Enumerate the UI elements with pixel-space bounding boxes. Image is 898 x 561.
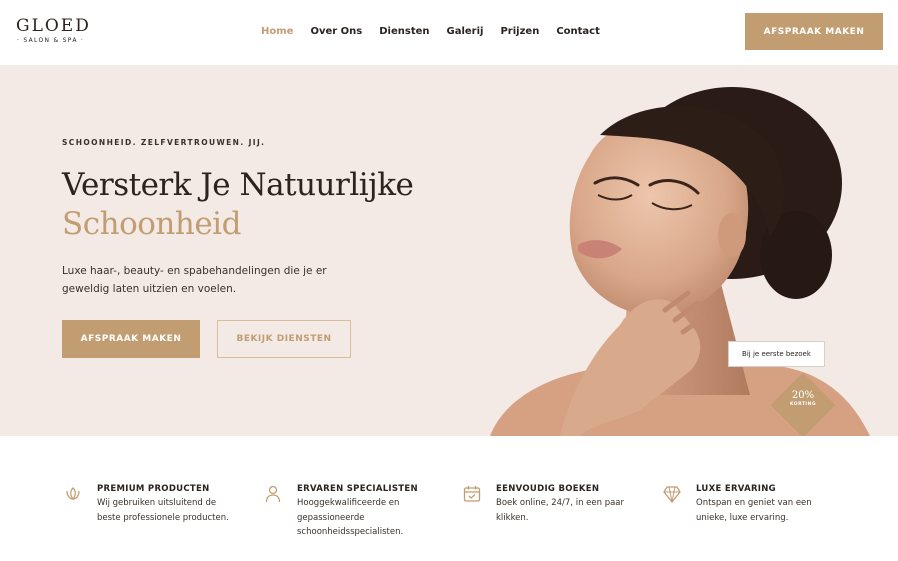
- features-section: PREMIUM PRODUCTEN Wij gebruiken uitsluit…: [0, 436, 898, 561]
- hero-title-line2: Schoonheid: [62, 206, 241, 242]
- hero-portrait-image: [490, 87, 870, 436]
- site-header: GLOED · SALON & SPA · Home Over Ons Dien…: [0, 0, 898, 65]
- main-nav: Home Over Ons Diensten Galerij Prijzen C…: [261, 25, 617, 39]
- feature-title: PREMIUM PRODUCTEN: [97, 484, 210, 494]
- nav-item-galerij[interactable]: Galerij: [447, 25, 484, 39]
- diamond-icon: [663, 486, 681, 504]
- feature-title: LUXE ERVARING: [696, 484, 776, 494]
- logo-subtitle: · SALON & SPA ·: [17, 37, 85, 44]
- hero-title-line1: Versterk Je Natuurlijke: [62, 167, 414, 203]
- hero-section: SCHOONHEID. ZELFVERTROUWEN. JIJ. Verster…: [0, 65, 898, 436]
- nav-item-diensten[interactable]: Diensten: [379, 25, 429, 39]
- nav-item-prijzen[interactable]: Prijzen: [500, 25, 539, 39]
- feature-description: Hooggekwalificeerde en gepassioneerde sc…: [297, 498, 404, 537]
- person-icon: [265, 485, 281, 503]
- hero-description: Luxe haar-, beauty- en spabehandelingen …: [62, 265, 327, 295]
- promo-sub: KORTING: [789, 402, 817, 407]
- feature-title: ERVAREN SPECIALISTEN: [297, 484, 418, 494]
- promo-badge-text: 20% KORTING: [776, 390, 830, 407]
- feature-description: Ontspan en geniet van een unieke, luxe e…: [696, 498, 812, 523]
- logo[interactable]: GLOED · SALON & SPA ·: [16, 16, 106, 44]
- lotus-icon: [66, 487, 80, 501]
- feature-description: Wij gebruiken uitsluitend de beste profe…: [97, 498, 229, 523]
- hero-appointment-button[interactable]: AFSPRAAK MAKEN: [62, 320, 200, 358]
- calendar-check-icon: [463, 486, 481, 502]
- promo-value: 20%: [791, 390, 815, 401]
- view-services-button[interactable]: BEKIJK DIENSTEN: [217, 320, 351, 358]
- feature-description: Boek online, 24/7, in een paar klikken.: [496, 498, 625, 523]
- promo-label: Bij je eerste bezoek: [728, 341, 825, 367]
- nav-item-contact[interactable]: Contact: [556, 25, 600, 39]
- logo-name: GLOED: [16, 16, 91, 36]
- nav-item-home[interactable]: Home: [261, 25, 293, 39]
- nav-item-over-ons[interactable]: Over Ons: [310, 25, 362, 39]
- feature-title: EENVOUDIG BOEKEN: [496, 484, 600, 494]
- hero-tagline: SCHOONHEID. ZELFVERTROUWEN. JIJ.: [62, 138, 266, 147]
- header-appointment-button[interactable]: AFSPRAAK MAKEN: [745, 13, 883, 50]
